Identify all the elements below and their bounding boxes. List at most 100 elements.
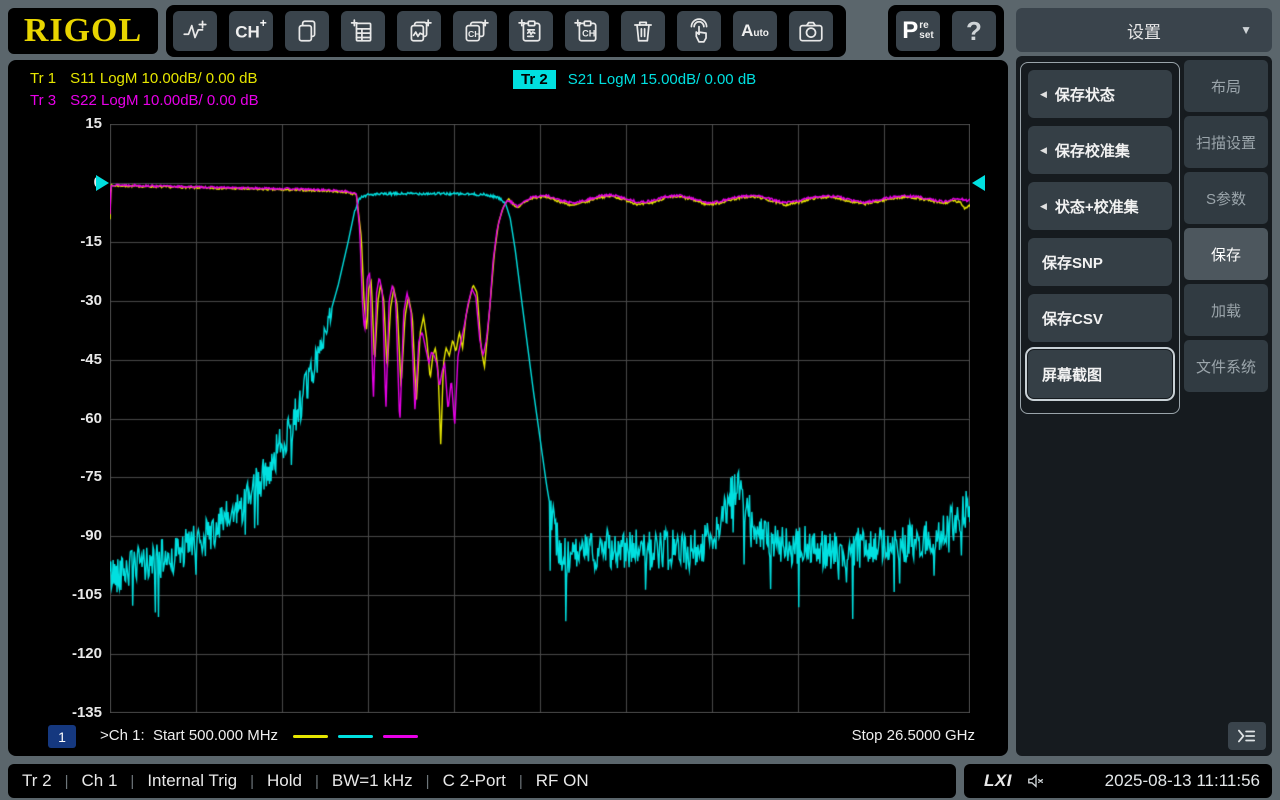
touch-button[interactable] [677, 11, 721, 51]
tab-label: 加载 [1211, 300, 1241, 321]
trace-stack-icon [406, 18, 432, 44]
status-item-6[interactable]: C 2-Port [443, 771, 506, 791]
settings-sidebar: ◀保存状态◀保存校准集◀状态+校准集保存SNP保存CSV屏幕截图 布局扫描设置S… [1016, 56, 1272, 756]
status-bar: Tr 2|Ch 1|Internal Trig|Hold|BW=1 kHz|C … [8, 764, 956, 798]
preset-icon: Preset [902, 17, 933, 45]
tab-6[interactable]: 文件系统 [1184, 340, 1268, 392]
svg-text:CH: CH [582, 28, 596, 38]
trace-label-tr2[interactable]: Tr 2S21 LogM 15.00dB/ 0.00 dB [513, 70, 756, 89]
system-status-bar: LXI 2025-08-13 11:11:56 [964, 764, 1272, 798]
menu-item-label: 保存状态 [1055, 84, 1115, 105]
clipboard-trace-button[interactable] [509, 11, 553, 51]
rigol-logo-text: RIGOL [24, 12, 142, 50]
status-item-4[interactable]: Hold [267, 771, 302, 791]
status-separator: | [250, 773, 254, 790]
channel-start-frequency: >Ch 1: Start 500.000 MHz [100, 727, 278, 744]
command-prompt-button[interactable] [1228, 722, 1266, 750]
status-item-5[interactable]: BW=1 kHz [332, 771, 413, 791]
trace-format-text: S22 LogM 10.00dB/ 0.00 dB [70, 92, 258, 109]
menu-item-5[interactable]: 保存CSV [1028, 294, 1172, 342]
delete-button[interactable] [621, 11, 665, 51]
sparam-plot[interactable] [110, 124, 970, 713]
help-icon: ? [966, 16, 982, 47]
settings-menu-title: 设置 [1127, 18, 1161, 43]
help-button[interactable]: ? [952, 11, 996, 51]
menu-item-label: 保存SNP [1042, 252, 1103, 273]
add-trace-button[interactable] [173, 11, 217, 51]
camera-icon [797, 18, 825, 44]
touch-icon [686, 18, 712, 44]
menu-item-label: 状态+校准集 [1055, 196, 1139, 217]
ref-level-marker-right[interactable] [972, 175, 985, 191]
status-item-2[interactable]: Ch 1 [82, 771, 118, 791]
tab-4[interactable]: 保存 [1184, 228, 1268, 280]
trace-id-badge: Tr 1 [30, 70, 56, 87]
menu-item-1[interactable]: ◀保存状态 [1028, 70, 1172, 118]
trace-group-button[interactable] [397, 11, 441, 51]
trace-id-badge: Tr 3 [30, 92, 56, 109]
y-axis-tick: -120 [16, 645, 102, 662]
datetime: 2025-08-13 11:11:56 [1105, 771, 1260, 791]
add-trace-icon [181, 18, 209, 44]
trace-legend-dash-2 [338, 735, 373, 738]
channel-number-badge[interactable]: 1 [48, 725, 76, 748]
menu-item-6[interactable]: 屏幕截图 [1028, 350, 1172, 398]
y-axis-tick: -90 [16, 527, 102, 544]
trash-icon [630, 18, 656, 44]
chevron-down-icon: ▼ [1240, 23, 1252, 37]
clipboard-channel-button[interactable]: CH [565, 11, 609, 51]
status-separator: | [315, 773, 319, 790]
tab-3[interactable]: S参数 [1184, 172, 1268, 224]
copy-window-button[interactable] [285, 11, 329, 51]
y-axis-tick: -30 [16, 292, 102, 309]
menu-item-2[interactable]: ◀保存校准集 [1028, 126, 1172, 174]
settings-menu-header[interactable]: 设置 ▼ [1016, 8, 1272, 52]
document-table-icon [350, 18, 376, 44]
chart-footer: 1 >Ch 1: Start 500.000 MHz Stop 26.5000 … [8, 722, 1008, 752]
tab-2[interactable]: 扫描设置 [1184, 116, 1268, 168]
trace-legend-dash-3 [383, 735, 418, 738]
clipboard-channel-icon: CH [574, 18, 600, 44]
rigol-logo: RIGOL [8, 8, 158, 54]
channel-group-button[interactable]: CH [453, 11, 497, 51]
menu-item-3[interactable]: ◀状态+校准集 [1028, 182, 1172, 230]
preset-button[interactable]: Preset [896, 11, 940, 51]
status-item-1[interactable]: Tr 2 [22, 771, 52, 791]
trace-format-text: S21 LogM 15.00dB/ 0.00 dB [568, 71, 756, 88]
y-axis-tick: -105 [16, 586, 102, 603]
y-axis-tick: -135 [16, 704, 102, 721]
y-axis-tick: -45 [16, 351, 102, 368]
screenshot-button[interactable] [789, 11, 833, 51]
channel-stack-icon: CH [461, 18, 489, 44]
menu-item-label: 保存CSV [1042, 308, 1103, 329]
trace-legend-dash-1 [293, 735, 328, 738]
menu-item-4[interactable]: 保存SNP [1028, 238, 1172, 286]
preset-toolbar: Preset? [888, 5, 1004, 57]
save-menu-group: ◀保存状态◀保存校准集◀状态+校准集保存SNP保存CSV屏幕截图 [1020, 62, 1180, 414]
tab-5[interactable]: 加载 [1184, 284, 1268, 336]
tab-label: 保存 [1211, 244, 1241, 265]
y-axis-tick: -15 [16, 233, 102, 250]
y-axis-tick: -75 [16, 468, 102, 485]
status-separator: | [130, 773, 134, 790]
prompt-icon [1236, 727, 1258, 745]
trace-label-tr3[interactable]: Tr 3 S22 LogM 10.00dB/ 0.00 dB [30, 92, 259, 109]
tab-label: 扫描设置 [1196, 132, 1256, 153]
tab-label: 布局 [1211, 76, 1241, 97]
tab-label: S参数 [1206, 188, 1246, 209]
new-table-doc-button[interactable] [341, 11, 385, 51]
tab-label: 文件系统 [1196, 356, 1256, 377]
chevron-left-icon: ◀ [1040, 145, 1047, 156]
status-item-3[interactable]: Internal Trig [147, 771, 237, 791]
speaker-muted-icon[interactable] [1026, 772, 1046, 790]
y-axis-tick: 0 [16, 174, 102, 191]
status-item-7[interactable]: RF ON [536, 771, 589, 791]
add-channel-button[interactable]: CH+ [229, 11, 273, 51]
auto-scale-button[interactable]: Auto [733, 11, 777, 51]
auto-icon: Auto [741, 21, 769, 41]
ref-level-marker-left[interactable] [96, 175, 109, 191]
main-toolbar: CH+ CH CH Auto [166, 5, 846, 57]
tab-1[interactable]: 布局 [1184, 60, 1268, 112]
status-separator: | [426, 773, 430, 790]
trace-label-tr1[interactable]: Tr 1S11 LogM 10.00dB/ 0.00 dB [30, 70, 258, 87]
